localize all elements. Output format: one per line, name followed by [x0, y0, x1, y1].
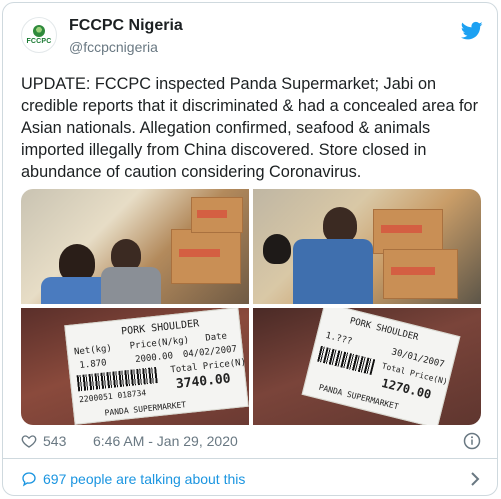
carton-box [171, 229, 241, 284]
label-price-value: 2000.00 [134, 351, 174, 366]
photo-inspection-right[interactable] [253, 189, 481, 304]
carton-box [191, 197, 243, 233]
person-shirt [101, 267, 161, 304]
heart-icon[interactable] [21, 433, 37, 449]
price-label: PORK SHOULDER 1.??? 30/01/2007 Total Pri… [301, 308, 461, 425]
media-grid: PORK SHOULDER Net(kg) Price(N/kg) Date 1… [21, 189, 481, 425]
carton-box [383, 249, 458, 299]
label-barcode-number: 2200051 018734 [78, 388, 147, 405]
tweet-text: UPDATE: FCCPC inspected Panda Supermarke… [21, 75, 479, 181]
person-head [323, 207, 357, 243]
like-count[interactable]: 543 [43, 433, 66, 449]
person-head [263, 234, 291, 264]
talking-about-text: 697 people are talking about this [43, 471, 246, 487]
logo-text: FCCPC [26, 37, 52, 45]
price-label: PORK SHOULDER Net(kg) Price(N/kg) Date 1… [64, 308, 249, 425]
label-net-value: 1.870 [79, 358, 108, 372]
photo-inspection-left[interactable] [21, 189, 249, 304]
tweet-actions: 543 6:46 AM - Jan 29, 2020 [21, 431, 481, 453]
fccpc-logo-avatar[interactable]: FCCPC [21, 17, 57, 53]
label-product: PORK SHOULDER [348, 316, 420, 344]
tweet-header: FCCPC FCCPC Nigeria @fccpcnigeria [3, 3, 497, 67]
account-handle[interactable]: @fccpcnigeria [69, 39, 158, 55]
label-date-header: Date [204, 331, 228, 344]
photo-pork-label-left[interactable]: PORK SHOULDER Net(kg) Price(N/kg) Date 1… [21, 308, 249, 425]
speech-bubble-icon [22, 472, 36, 487]
carton-box [373, 209, 443, 254]
photo-pork-label-right[interactable]: PORK SHOULDER 1.??? 30/01/2007 Total Pri… [253, 308, 481, 425]
label-total-value: 3740.00 [175, 371, 232, 393]
label-date-value: 04/02/2007 [182, 344, 238, 361]
label-net-value: 1.??? [324, 330, 354, 348]
display-name[interactable]: FCCPC Nigeria [69, 17, 183, 35]
label-net-header: Net(kg) [73, 343, 113, 358]
coat-of-arms-icon [33, 24, 45, 37]
talking-about-link[interactable]: 697 people are talking about this [3, 459, 497, 495]
twitter-bird-icon[interactable] [461, 21, 483, 41]
tweet-card: FCCPC FCCPC Nigeria @fccpcnigeria UPDATE… [2, 2, 498, 496]
label-store: PANDA SUPERMARKET [104, 400, 187, 418]
tweet-timestamp[interactable]: 6:46 AM - Jan 29, 2020 [93, 433, 238, 449]
label-price-header: Price(N/kg) [129, 335, 190, 352]
chevron-right-icon [471, 472, 480, 486]
person-shirt [293, 239, 373, 304]
barcode [317, 345, 376, 375]
info-icon[interactable] [463, 432, 481, 450]
